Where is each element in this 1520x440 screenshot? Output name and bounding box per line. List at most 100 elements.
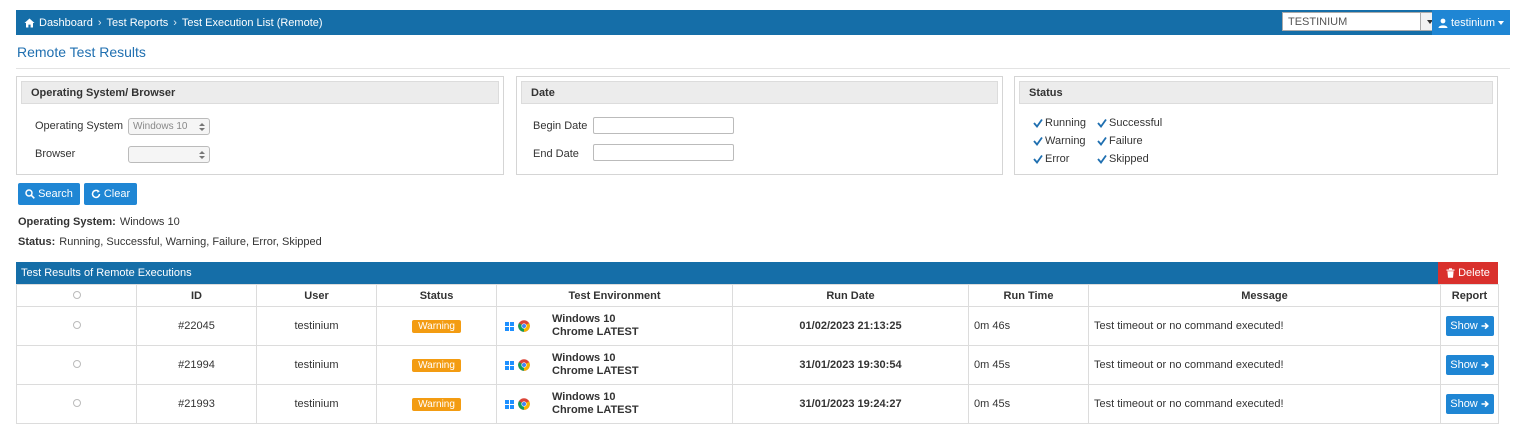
- show-report-label: Show: [1450, 359, 1478, 371]
- row-report-cell: Show: [1440, 345, 1499, 385]
- row-select-checkbox[interactable]: [72, 399, 81, 407]
- column-header[interactable]: Run Time: [968, 284, 1089, 307]
- row-environment: Windows 10 Chrome LATEST: [496, 306, 733, 346]
- status-panel-title: Status: [1019, 81, 1493, 104]
- arrow-right-icon: [1481, 361, 1489, 369]
- status-checkbox-error[interactable]: Error: [1033, 153, 1069, 165]
- check-icon: [1033, 118, 1043, 128]
- search-icon: [25, 189, 35, 199]
- results-table: ID User Status Test Environment Run Date…: [16, 284, 1499, 424]
- status-checkbox-failure[interactable]: Failure: [1097, 135, 1143, 147]
- status-option-label: Failure: [1109, 135, 1143, 147]
- os-summary-value: Windows 10: [119, 216, 180, 228]
- breadcrumb-test-reports[interactable]: Test Reports: [107, 17, 169, 29]
- status-summary-label: Status:: [18, 236, 56, 248]
- check-icon: [1097, 154, 1107, 164]
- trash-icon: [1446, 268, 1455, 278]
- windows-icon: [505, 360, 514, 370]
- end-date-label: End Date: [533, 148, 579, 160]
- status-checkbox-successful[interactable]: Successful: [1097, 117, 1162, 129]
- breadcrumb-separator: ›: [173, 16, 177, 29]
- clear-button[interactable]: Clear: [84, 183, 137, 205]
- env-browser: Chrome LATEST: [552, 326, 639, 338]
- row-run-time: 0m 46s: [968, 306, 1089, 346]
- status-option-label: Running: [1045, 117, 1086, 129]
- row-run-time: 0m 45s: [968, 384, 1089, 424]
- delete-button-label: Delete: [1458, 267, 1490, 279]
- chrome-icon: [518, 320, 530, 332]
- row-user: testinium: [256, 384, 377, 424]
- breadcrumb-current: Test Execution List (Remote): [181, 16, 323, 29]
- updown-icon: [199, 151, 205, 159]
- column-header[interactable]: User: [256, 284, 377, 307]
- date-panel: Date Begin Date End Date: [516, 76, 1003, 175]
- check-icon: [1097, 136, 1107, 146]
- breadcrumb-separator: ›: [97, 16, 102, 29]
- column-header[interactable]: Message: [1088, 284, 1441, 307]
- os-label: Operating System: [35, 120, 124, 132]
- breadcrumb: Dashboard › Test Reports › Test Executio…: [16, 17, 323, 29]
- date-panel-title: Date: [521, 81, 998, 104]
- updown-icon: [199, 123, 205, 131]
- status-badge: Warning: [412, 397, 461, 411]
- user-menu-button[interactable]: testinium: [1432, 10, 1510, 35]
- status-option-label: Skipped: [1109, 153, 1149, 165]
- row-run-date: 31/01/2023 19:24:27: [732, 384, 969, 424]
- show-report-button[interactable]: Show: [1445, 316, 1494, 336]
- select-all-header: [16, 284, 137, 307]
- row-environment: Windows 10 Chrome LATEST: [496, 384, 733, 424]
- arrow-right-icon: [1481, 400, 1489, 408]
- status-badge: Warning: [412, 319, 461, 333]
- status-checkbox-warning[interactable]: Warning: [1033, 135, 1086, 147]
- show-report-label: Show: [1450, 320, 1478, 332]
- os-select-value: Windows 10: [133, 121, 188, 132]
- env-os: Windows 10: [552, 391, 616, 403]
- status-checkbox-skipped[interactable]: Skipped: [1097, 153, 1149, 165]
- status-checkbox-running[interactable]: Running: [1033, 117, 1086, 129]
- table-row[interactable]: #21994 testinium Warning Windows 10 Chro…: [16, 345, 1499, 385]
- status-panel: Status Running Successful Warning Failur…: [1014, 76, 1498, 175]
- column-header[interactable]: Test Environment: [496, 284, 733, 307]
- os-select[interactable]: Windows 10: [128, 118, 210, 135]
- breadcrumb-dashboard[interactable]: Dashboard: [39, 17, 93, 29]
- row-report-cell: Show: [1440, 384, 1499, 424]
- table-row[interactable]: #22045 testinium Warning Windows 10 Chro…: [16, 306, 1499, 346]
- clear-button-label: Clear: [103, 188, 131, 200]
- caret-down-icon: [1498, 20, 1505, 25]
- os-summary: Operating System: Windows 10: [18, 216, 180, 228]
- show-report-button[interactable]: Show: [1445, 355, 1494, 375]
- column-header[interactable]: Run Date: [732, 284, 969, 307]
- row-report-cell: Show: [1440, 306, 1499, 346]
- env-browser: Chrome LATEST: [552, 404, 639, 416]
- row-environment: Windows 10 Chrome LATEST: [496, 345, 733, 385]
- project-select[interactable]: TESTINIUM: [1282, 12, 1439, 31]
- table-header-row: ID User Status Test Environment Run Date…: [16, 284, 1499, 307]
- check-icon: [1033, 154, 1043, 164]
- end-date-input[interactable]: [593, 144, 734, 161]
- row-message: Test timeout or no command executed!: [1088, 384, 1441, 424]
- row-message: Test timeout or no command executed!: [1088, 306, 1441, 346]
- windows-icon: [505, 399, 514, 409]
- env-browser: Chrome LATEST: [552, 365, 639, 377]
- home-icon[interactable]: [24, 18, 35, 28]
- row-status-cell: Warning: [376, 384, 497, 424]
- check-icon: [1033, 136, 1043, 146]
- browser-select[interactable]: [128, 146, 210, 163]
- row-message: Test timeout or no command executed!: [1088, 345, 1441, 385]
- table-row[interactable]: #21993 testinium Warning Windows 10 Chro…: [16, 384, 1499, 424]
- show-report-button[interactable]: Show: [1445, 394, 1494, 414]
- delete-button[interactable]: Delete: [1438, 262, 1498, 284]
- row-select-checkbox[interactable]: [72, 360, 81, 368]
- search-button[interactable]: Search: [18, 183, 80, 205]
- row-run-time: 0m 45s: [968, 345, 1089, 385]
- results-header: Test Results of Remote Executions Delete: [16, 262, 1498, 284]
- row-select-checkbox[interactable]: [72, 321, 81, 329]
- top-navbar: Dashboard › Test Reports › Test Executio…: [16, 10, 1510, 35]
- column-header[interactable]: Status: [376, 284, 497, 307]
- column-header[interactable]: ID: [136, 284, 257, 307]
- select-all-checkbox[interactable]: [72, 290, 81, 299]
- chrome-icon: [518, 398, 530, 410]
- divider: [16, 68, 1510, 69]
- show-report-label: Show: [1450, 398, 1478, 410]
- begin-date-input[interactable]: [593, 117, 734, 134]
